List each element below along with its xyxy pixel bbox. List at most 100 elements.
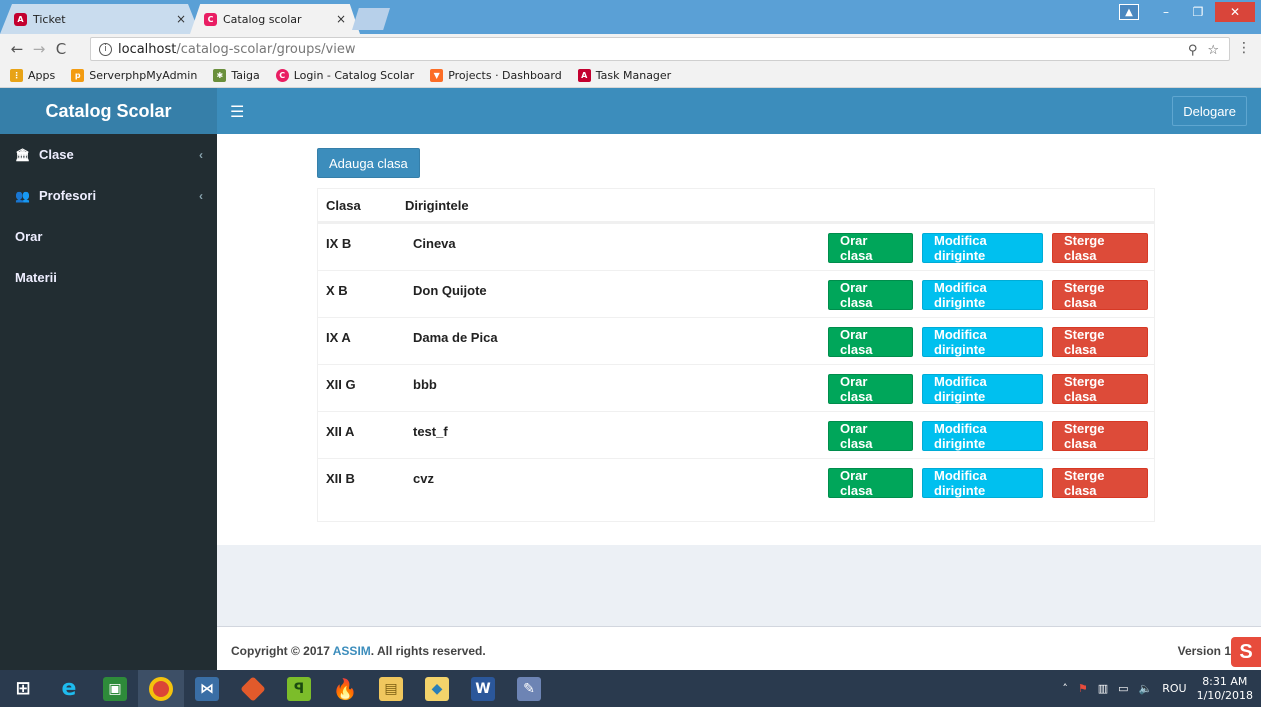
sidebar-item-materii[interactable]: Materii xyxy=(0,257,217,298)
main-content: Adauga clasa Clasa Dirigintele IX B Cinev… xyxy=(217,134,1261,545)
cell-diriginte: Cineva xyxy=(413,236,456,251)
close-tab-icon[interactable]: × xyxy=(176,12,186,26)
taskbar-app-cards[interactable]: ◆ xyxy=(414,670,460,707)
taskbar-internet-explorer[interactable]: e xyxy=(46,670,92,707)
schedule-class-button[interactable]: Orar clasa xyxy=(828,374,913,404)
taskbar-paint[interactable]: ✎ xyxy=(506,670,552,707)
gitlab-icon: ▼ xyxy=(430,69,444,82)
close-window-icon[interactable]: ✕ xyxy=(1215,2,1255,22)
taskbar-store[interactable]: ▣ xyxy=(92,670,138,707)
row-actions: Orar clasa Modifica diriginte Sterge clasa xyxy=(828,468,1148,498)
cell-clasa: IX B xyxy=(326,236,352,251)
browser-menu-icon[interactable]: ⋮ xyxy=(1237,40,1251,56)
browser-tab-catalog-scolar[interactable]: C Catalog scolar × xyxy=(190,4,360,34)
clock[interactable]: 8:31 AM 1/10/2018 xyxy=(1197,675,1253,703)
taskbar-app-green[interactable]: ꟼ xyxy=(276,670,322,707)
reload-icon[interactable]: C xyxy=(50,40,72,58)
taskbar-app-flame[interactable]: 🔥 xyxy=(322,670,368,707)
chevron-left-icon: ‹ xyxy=(199,188,203,203)
windows-taskbar: ⊞ e ▣ ⋈ ꟼ 🔥 ▤ ◆ W ✎ ˄ ⚑ ▥ ▭ 🔈 ROU 8:31 A… xyxy=(0,670,1261,707)
row-actions: Orar clasa Modifica diriginte Sterge clasa xyxy=(828,233,1148,263)
new-tab-button[interactable] xyxy=(352,8,390,30)
catalog-icon: C xyxy=(275,69,289,82)
language-indicator[interactable]: ROU xyxy=(1162,682,1186,695)
add-class-button[interactable]: Adauga clasa xyxy=(317,148,420,178)
back-arrow-icon[interactable]: ← xyxy=(6,40,28,58)
bookmark-login-catalog[interactable]: C Login - Catalog Scolar xyxy=(275,69,414,82)
sidebar-item-clase[interactable]: 🏛 Clase ‹ xyxy=(0,134,217,175)
schedule-class-button[interactable]: Orar clasa xyxy=(828,327,913,357)
windows-logo-icon: ⊞ xyxy=(15,678,31,699)
bookmark-task-manager[interactable]: A Task Manager xyxy=(577,69,671,82)
delete-class-button[interactable]: Sterge clasa xyxy=(1052,280,1148,310)
app-logo[interactable]: Catalog Scolar xyxy=(0,88,217,134)
sidebar-item-label: Materii xyxy=(15,270,57,285)
star-icon[interactable]: ☆ xyxy=(1207,43,1219,58)
hamburger-menu-icon[interactable]: ☰ xyxy=(230,102,244,122)
start-button[interactable]: ⊞ xyxy=(0,670,46,707)
volume-icon[interactable]: 🔈 xyxy=(1139,682,1153,695)
battery-icon[interactable]: ▭ xyxy=(1118,682,1128,695)
row-actions: Orar clasa Modifica diriginte Sterge clasa xyxy=(828,327,1148,357)
bookmark-taiga[interactable]: ✱ Taiga xyxy=(213,69,260,82)
visual-studio-icon: ⋈ xyxy=(195,676,219,701)
sidebar-item-label: Profesori xyxy=(39,188,97,203)
edit-teacher-button[interactable]: Modifica diriginte xyxy=(922,374,1043,404)
taskbar-git-extensions[interactable] xyxy=(230,670,276,707)
edit-teacher-button[interactable]: Modifica diriginte xyxy=(922,327,1043,357)
schedule-class-button[interactable]: Orar clasa xyxy=(828,468,913,498)
chevron-up-icon[interactable]: ˄ xyxy=(1062,682,1068,695)
edit-teacher-button[interactable]: Modifica diriginte xyxy=(922,421,1043,451)
edit-teacher-button[interactable]: Modifica diriginte xyxy=(922,468,1043,498)
minimize-icon[interactable]: – xyxy=(1151,2,1181,22)
cell-diriginte: bbb xyxy=(413,377,437,392)
bookmark-phpmyadmin[interactable]: p ServerphpMyAdmin xyxy=(71,69,197,82)
table-row: IX B Cineva Orar clasa Modifica diriginte St… xyxy=(318,223,1154,270)
close-tab-icon[interactable]: × xyxy=(336,12,346,26)
tray-flag-icon[interactable]: ⚑ xyxy=(1078,682,1088,695)
network-icon[interactable]: ▥ xyxy=(1098,682,1108,695)
taskbar-file-explorer[interactable]: ▤ xyxy=(368,670,414,707)
cell-diriginte: cvz xyxy=(413,471,434,486)
table-row: XII B cvz Orar clasa Modifica diriginte Ster… xyxy=(318,458,1154,505)
bookmark-projects-dashboard[interactable]: ▼ Projects · Dashboard xyxy=(430,69,562,82)
delete-class-button[interactable]: Sterge clasa xyxy=(1052,374,1148,404)
sidebar-item-orar[interactable]: Orar xyxy=(0,216,217,257)
footer: Copyright © 2017 ASSIM. All rights reser… xyxy=(217,626,1261,670)
delete-class-button[interactable]: Sterge clasa xyxy=(1052,327,1148,357)
edit-teacher-button[interactable]: Modifica diriginte xyxy=(922,280,1043,310)
sidebar-item-profesori[interactable]: 👥 Profesori ‹ xyxy=(0,175,217,216)
clock-time: 8:31 AM xyxy=(1202,674,1248,688)
url-host: localhost xyxy=(118,41,177,57)
app-badge-icon[interactable]: S xyxy=(1231,637,1261,667)
apps-grid-icon: ⋮ xyxy=(10,69,23,82)
cell-diriginte: test_f xyxy=(413,424,448,439)
info-icon[interactable]: i xyxy=(99,42,112,56)
bookmark-apps[interactable]: ⋮ Apps xyxy=(10,69,55,82)
bookmarks-bar: ⋮ Apps p ServerphpMyAdmin ✱ Taiga C Logi… xyxy=(0,64,1261,88)
delete-class-button[interactable]: Sterge clasa xyxy=(1052,421,1148,451)
file-explorer-icon: ▤ xyxy=(379,676,403,701)
angular-icon: A xyxy=(14,12,27,26)
taskbar-word[interactable]: W xyxy=(460,670,506,707)
delete-class-button[interactable]: Sterge clasa xyxy=(1052,233,1148,263)
browser-tab-ticket[interactable]: A Ticket × xyxy=(0,4,200,34)
schedule-class-button[interactable]: Orar clasa xyxy=(828,421,913,451)
schedule-class-button[interactable]: Orar clasa xyxy=(828,233,913,263)
forward-arrow-icon[interactable]: → xyxy=(28,40,50,58)
schedule-class-button[interactable]: Orar clasa xyxy=(828,280,913,310)
window-controls: ▲ – ❐ ✕ xyxy=(1119,2,1255,22)
table-row: XII A test_f Orar clasa Modifica diriginte S… xyxy=(318,411,1154,458)
key-icon[interactable]: ⚲ xyxy=(1188,43,1198,58)
column-header-clasa: Clasa xyxy=(326,197,361,213)
maximize-icon[interactable]: ❐ xyxy=(1183,2,1213,22)
delete-class-button[interactable]: Sterge clasa xyxy=(1052,468,1148,498)
brand-link[interactable]: ASSIM xyxy=(333,644,371,658)
taskbar-visual-studio[interactable]: ⋈ xyxy=(184,670,230,707)
user-profile-icon[interactable]: ▲ xyxy=(1119,4,1139,20)
copyright-text: Copyright © 2017 ASSIM. All rights reser… xyxy=(231,644,486,658)
logout-button[interactable]: Delogare xyxy=(1172,96,1247,126)
address-bar[interactable]: i localhost/catalog-scolar/groups/view ⚲… xyxy=(90,37,1230,61)
taskbar-chrome[interactable] xyxy=(138,670,184,707)
edit-teacher-button[interactable]: Modifica diriginte xyxy=(922,233,1043,263)
